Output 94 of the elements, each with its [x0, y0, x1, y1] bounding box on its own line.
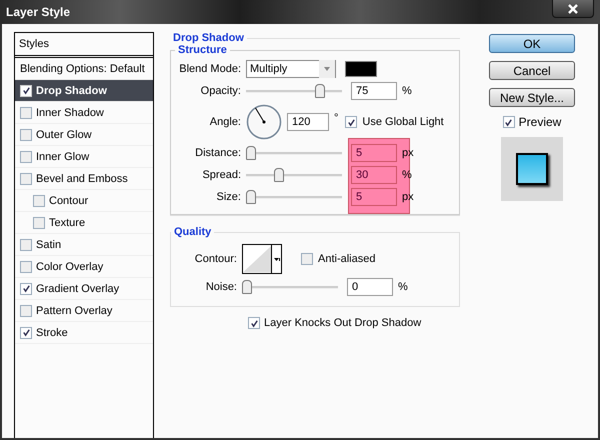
checkbox[interactable]: [33, 194, 45, 206]
list-header: Styles: [15, 33, 153, 58]
checkbox[interactable]: [248, 317, 260, 329]
field-label: Contour:: [194, 253, 237, 265]
slider[interactable]: [242, 280, 338, 294]
input-field[interactable]: 5: [351, 144, 397, 162]
slider-thumb[interactable]: [274, 168, 284, 182]
unit-label: px: [402, 147, 414, 159]
checkbox[interactable]: [20, 150, 32, 162]
item-label: Stroke: [36, 326, 68, 338]
style-item[interactable]: Pattern Overlay: [15, 300, 153, 322]
contour-picker[interactable]: [242, 244, 282, 274]
slider[interactable]: [246, 168, 342, 182]
field-label: Blend Mode:: [178, 63, 241, 75]
unit-label: %: [398, 281, 408, 293]
style-item[interactable]: Satin: [15, 234, 153, 256]
field-label: Distance:: [194, 147, 241, 159]
checkbox[interactable]: [20, 238, 32, 250]
caret-icon: [274, 258, 280, 260]
blend-mode-dropdown[interactable]: Multiply: [246, 60, 336, 78]
style-item[interactable]: Bevel and Emboss: [15, 168, 153, 190]
slider-thumb[interactable]: [315, 84, 325, 98]
slider-thumb[interactable]: [246, 146, 256, 160]
checkbox-label: Preview: [518, 115, 562, 129]
checkbox[interactable]: [20, 106, 32, 118]
dialog-button[interactable]: OK: [489, 34, 575, 53]
checkbox-label: Anti-aliased: [318, 253, 376, 265]
field-label: Angle:: [208, 116, 241, 128]
checkbox-label: Use Global Light: [362, 116, 444, 128]
field-label: Spread:: [201, 169, 241, 181]
dropdown-value: Multiply: [250, 63, 288, 75]
field-label: Opacity:: [200, 85, 241, 97]
slider[interactable]: [246, 84, 342, 98]
slider[interactable]: [246, 190, 342, 204]
contour-curve-icon: [243, 245, 272, 273]
item-label: Outer Glow: [36, 128, 92, 140]
style-item[interactable]: Inner Shadow: [15, 102, 153, 124]
item-label: Contour: [49, 194, 88, 206]
checkbox[interactable]: [502, 116, 515, 128]
angle-dial[interactable]: [246, 104, 282, 140]
close-button[interactable]: [552, 0, 594, 18]
slider-thumb[interactable]: [246, 190, 256, 204]
item-label: Blending Options: Default: [20, 62, 145, 74]
item-label: Drop Shadow: [36, 84, 107, 96]
input-field[interactable]: 5: [351, 188, 397, 206]
item-label: Inner Shadow: [36, 106, 104, 118]
style-item[interactable]: Inner Glow: [15, 146, 153, 168]
dialog-button[interactable]: Cancel: [489, 61, 575, 80]
unit-label: %: [402, 85, 412, 97]
checkbox[interactable]: [20, 326, 32, 338]
field-label: Size:: [216, 191, 241, 203]
style-item[interactable]: Texture: [15, 212, 153, 234]
checkbox[interactable]: [301, 253, 313, 265]
item-label: Bevel and Emboss: [36, 172, 128, 184]
style-item[interactable]: Gradient Overlay: [15, 278, 153, 300]
checkbox[interactable]: [20, 260, 32, 272]
input-field[interactable]: 75: [351, 82, 397, 100]
caret-icon: [319, 60, 335, 78]
color-swatch[interactable]: [345, 61, 377, 77]
checkbox-label: Layer Knocks Out Drop Shadow: [264, 317, 422, 329]
item-label: Satin: [36, 238, 62, 250]
input-field[interactable]: 30: [351, 166, 397, 184]
close-icon: [567, 4, 579, 14]
checkbox[interactable]: [20, 304, 32, 316]
item-label: Inner Glow: [36, 150, 90, 162]
section-title: Drop Shadow: [172, 32, 245, 44]
window-title: Layer Style: [6, 5, 70, 19]
item-label: Color Overlay: [36, 260, 104, 272]
style-item[interactable]: Contour: [15, 190, 153, 212]
item-label: Gradient Overlay: [36, 282, 120, 294]
unit-label: px: [402, 191, 414, 203]
input-field[interactable]: 120: [287, 113, 329, 131]
checkbox[interactable]: [20, 84, 32, 96]
dialog-button[interactable]: New Style...: [489, 88, 575, 107]
preview-square-icon: [516, 153, 548, 185]
style-item[interactable]: Drop Shadow: [15, 80, 153, 102]
checkbox[interactable]: [20, 282, 32, 294]
style-item[interactable]: Outer Glow: [15, 124, 153, 146]
section-title: Structure: [177, 44, 228, 56]
unit-label: %: [402, 169, 412, 181]
checkbox[interactable]: [20, 172, 32, 184]
checkbox[interactable]: [345, 116, 358, 128]
slider-thumb[interactable]: [242, 280, 252, 294]
checkbox[interactable]: [20, 128, 32, 140]
style-item[interactable]: Stroke: [15, 322, 153, 344]
slider[interactable]: [246, 146, 342, 160]
section-title: Quality: [173, 226, 212, 238]
item-label: Texture: [49, 216, 86, 228]
field-label: Noise:: [204, 281, 237, 293]
input-field[interactable]: 0: [347, 278, 393, 296]
unit-label: °: [334, 112, 338, 124]
checkbox[interactable]: [33, 216, 45, 228]
item-label: Pattern Overlay: [36, 304, 112, 316]
style-item[interactable]: Color Overlay: [15, 256, 153, 278]
